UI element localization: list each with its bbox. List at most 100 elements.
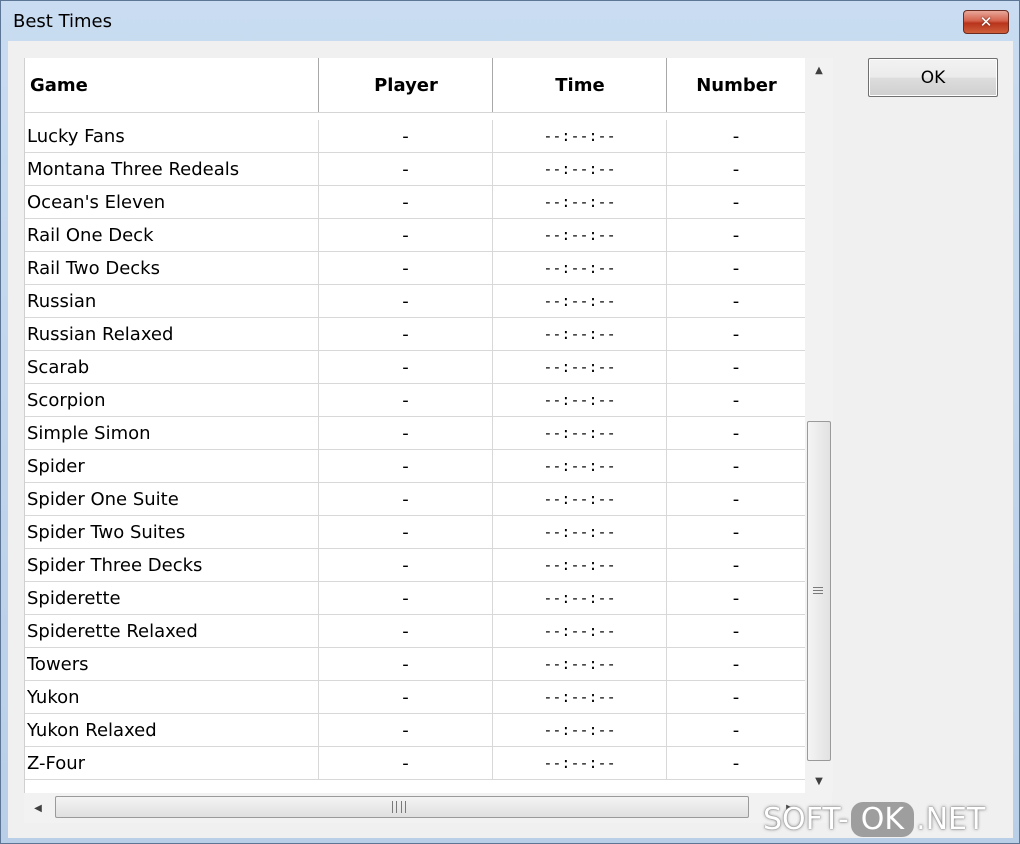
game-cell: Spiderette Relaxed (25, 615, 319, 647)
scroll-down-arrow-icon[interactable]: ▼ (805, 769, 833, 793)
table-row[interactable]: Montana Three Redeals - --:--:-- - (25, 153, 805, 186)
game-cell: Rail Two Decks (25, 252, 319, 284)
number-cell: - (732, 389, 740, 411)
best-times-dialog: Best Times ✕ Game Player Time Number Luc… (0, 0, 1020, 844)
table-row[interactable]: Spider One Suite - --:--:-- - (25, 483, 805, 516)
table-row[interactable]: Scorpion - --:--:-- - (25, 384, 805, 417)
number-cell: - (732, 686, 740, 708)
table-row[interactable]: Spider Three Decks - --:--:-- - (25, 549, 805, 582)
number-cell: - (732, 653, 740, 675)
list-header: Game Player Time Number (25, 58, 805, 113)
close-icon: ✕ (979, 13, 993, 31)
time-cell: --:--:-- (493, 252, 667, 284)
game-cell: Towers (25, 648, 319, 680)
horizontal-scrollbar[interactable]: ◀ ▶ (24, 793, 832, 823)
game-cell: Spiderette (25, 582, 319, 614)
table-row[interactable]: Spider - --:--:-- - (25, 450, 805, 483)
game-cell: Simple Simon (25, 417, 319, 449)
time-cell: --:--:-- (493, 681, 667, 713)
watermark-middle: OK (850, 801, 915, 837)
number-cell: - (732, 290, 740, 312)
number-cell: - (732, 752, 740, 774)
table-row[interactable]: Spiderette - --:--:-- - (25, 582, 805, 615)
number-cell: - (732, 125, 740, 147)
number-cell: - (732, 488, 740, 510)
grip-icon (392, 801, 406, 813)
watermark-right: .NET (916, 801, 986, 837)
time-cell: --:--:-- (493, 582, 667, 614)
watermark-left: SOFT- (763, 801, 849, 837)
time-cell: --:--:-- (493, 516, 667, 548)
game-cell: Spider (25, 450, 319, 482)
player-cell: - (319, 318, 493, 350)
time-cell: --:--:-- (493, 285, 667, 317)
table-row[interactable]: Towers - --:--:-- - (25, 648, 805, 681)
game-cell: Spider Three Decks (25, 549, 319, 581)
number-cell: - (732, 554, 740, 576)
time-cell: --:--:-- (493, 318, 667, 350)
watermark: SOFT- OK .NET (763, 797, 985, 841)
player-cell: - (319, 714, 493, 746)
table-row[interactable]: Z-Four - --:--:-- - (25, 747, 805, 780)
time-cell: --:--:-- (493, 549, 667, 581)
table-row[interactable]: Rail One Deck - --:--:-- - (25, 219, 805, 252)
game-cell: Z-Four (25, 747, 319, 779)
time-cell: --:--:-- (493, 450, 667, 482)
time-cell: --:--:-- (493, 747, 667, 779)
table-row[interactable]: Russian Relaxed - --:--:-- - (25, 318, 805, 351)
column-header-number[interactable]: Number (667, 58, 805, 112)
player-cell: - (319, 417, 493, 449)
time-cell: --:--:-- (493, 714, 667, 746)
game-cell: Russian (25, 285, 319, 317)
game-cell: Rail One Deck (25, 219, 319, 251)
close-button[interactable]: ✕ (963, 10, 1009, 34)
player-cell: - (319, 681, 493, 713)
game-cell: Yukon (25, 681, 319, 713)
column-header-player[interactable]: Player (319, 58, 493, 112)
table-row[interactable]: Yukon Relaxed - --:--:-- - (25, 714, 805, 747)
column-header-game[interactable]: Game (25, 58, 319, 112)
vertical-scroll-thumb[interactable] (807, 421, 831, 761)
table-row[interactable]: Rail Two Decks - --:--:-- - (25, 252, 805, 285)
ok-button[interactable]: OK (868, 58, 998, 97)
title-bar[interactable]: Best Times ✕ (1, 1, 1019, 41)
number-cell: - (732, 719, 740, 741)
column-header-time[interactable]: Time (493, 58, 667, 112)
number-cell: - (732, 587, 740, 609)
grip-icon (813, 585, 825, 597)
time-cell: --:--:-- (493, 648, 667, 680)
table-row[interactable]: Spiderette Relaxed - --:--:-- - (25, 615, 805, 648)
best-times-list[interactable]: Game Player Time Number Lucky Fans - --:--… (24, 58, 833, 793)
player-cell: - (319, 516, 493, 548)
game-cell: Montana Three Redeals (25, 153, 319, 185)
number-cell: - (732, 422, 740, 444)
table-row[interactable]: Simple Simon - --:--:-- - (25, 417, 805, 450)
table-row[interactable]: Scarab - --:--:-- - (25, 351, 805, 384)
horizontal-scroll-thumb[interactable] (55, 796, 749, 818)
player-cell: - (319, 483, 493, 515)
player-cell: - (319, 120, 493, 152)
number-cell: - (732, 620, 740, 642)
table-row[interactable]: Ocean's Eleven - --:--:-- - (25, 186, 805, 219)
time-cell: --:--:-- (493, 384, 667, 416)
time-cell: --:--:-- (493, 351, 667, 383)
scroll-left-arrow-icon[interactable]: ◀ (24, 793, 52, 823)
number-cell: - (732, 224, 740, 246)
game-cell: Lucky Fans (25, 120, 319, 152)
table-row[interactable]: Lucky Fans - --:--:-- - (25, 120, 805, 153)
time-cell: --:--:-- (493, 483, 667, 515)
scroll-up-arrow-icon[interactable]: ▲ (805, 58, 833, 82)
number-cell: - (732, 257, 740, 279)
window-title: Best Times (13, 11, 113, 32)
game-cell: Scarab (25, 351, 319, 383)
game-cell: Scorpion (25, 384, 319, 416)
game-cell: Spider Two Suites (25, 516, 319, 548)
game-cell: Spider One Suite (25, 483, 319, 515)
table-row[interactable]: Yukon - --:--:-- - (25, 681, 805, 714)
game-cell: Ocean's Eleven (25, 186, 319, 218)
time-cell: --:--:-- (493, 153, 667, 185)
game-cell: Yukon Relaxed (25, 714, 319, 746)
table-row[interactable]: Russian - --:--:-- - (25, 285, 805, 318)
vertical-scrollbar[interactable]: ▲ ▼ (805, 58, 833, 793)
table-row[interactable]: Spider Two Suites - --:--:-- - (25, 516, 805, 549)
